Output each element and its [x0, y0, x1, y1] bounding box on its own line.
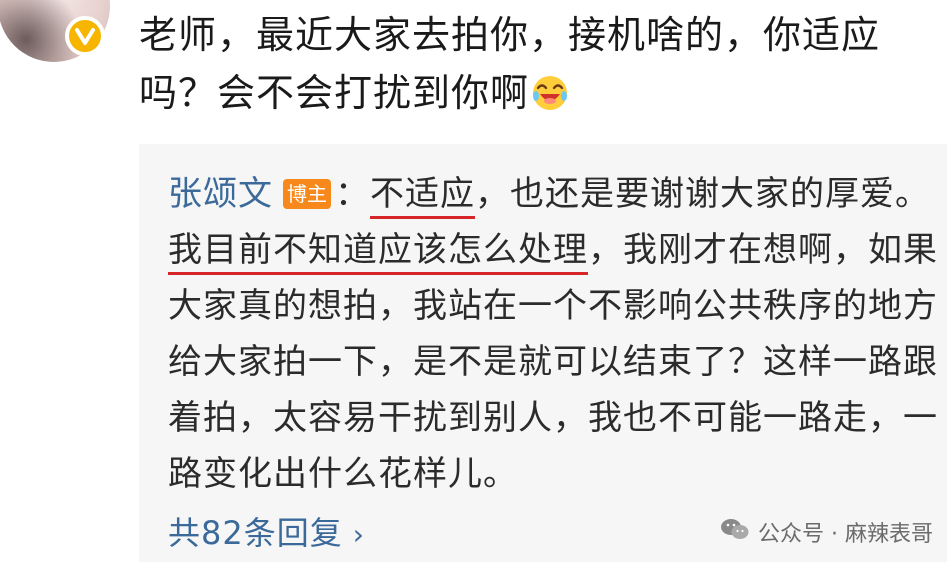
comment-line-2: 吗？会不会打扰到你啊: [139, 64, 939, 122]
wechat-icon: [720, 517, 750, 547]
reply-box: 张颂文 博主 ：不适应，也还是要谢谢大家的厚爱。我目前不知道应该怎么处理，我刚才在想…: [139, 144, 947, 562]
underlined-phrase-2: 我目前不知道应该怎么处理: [168, 230, 588, 275]
watermark-text: 公众号 · 麻辣表哥: [758, 522, 933, 547]
reply-count-label: 共82条回复: [168, 514, 343, 552]
reply-colon: ：: [335, 174, 370, 214]
blogger-badge: 博主: [283, 179, 331, 209]
reply-author[interactable]: 张颂文: [168, 174, 273, 214]
verified-badge-icon: [65, 16, 105, 56]
reply-text: 张颂文 博主 ：不适应，也还是要谢谢大家的厚爱。我目前不知道应该怎么处理，我刚才在想…: [168, 166, 938, 502]
laughing-tears-emoji-icon: [531, 70, 569, 110]
comment-line-1: 老师，最近大家去拍你，接机啥的，你适应: [139, 13, 881, 57]
comment-thread: 老师，最近大家去拍你，接机啥的，你适应 吗？会不会打扰到你啊 张颂文 博主 ：不适应…: [0, 0, 947, 562]
watermark: 公众号 · 麻辣表哥: [720, 516, 933, 548]
view-replies-link[interactable]: 共82条回复 ›: [168, 508, 365, 554]
reply-segment-2: ，也还是要谢谢大家的厚爱。: [475, 174, 930, 214]
comment-text: 老师，最近大家去拍你，接机啥的，你适应 吗？会不会打扰到你啊: [139, 6, 939, 122]
underlined-phrase-1: 不适应: [370, 174, 475, 219]
chevron-right-icon: ›: [352, 518, 365, 551]
comment-line-2-text: 吗？会不会打扰到你啊: [139, 71, 530, 115]
